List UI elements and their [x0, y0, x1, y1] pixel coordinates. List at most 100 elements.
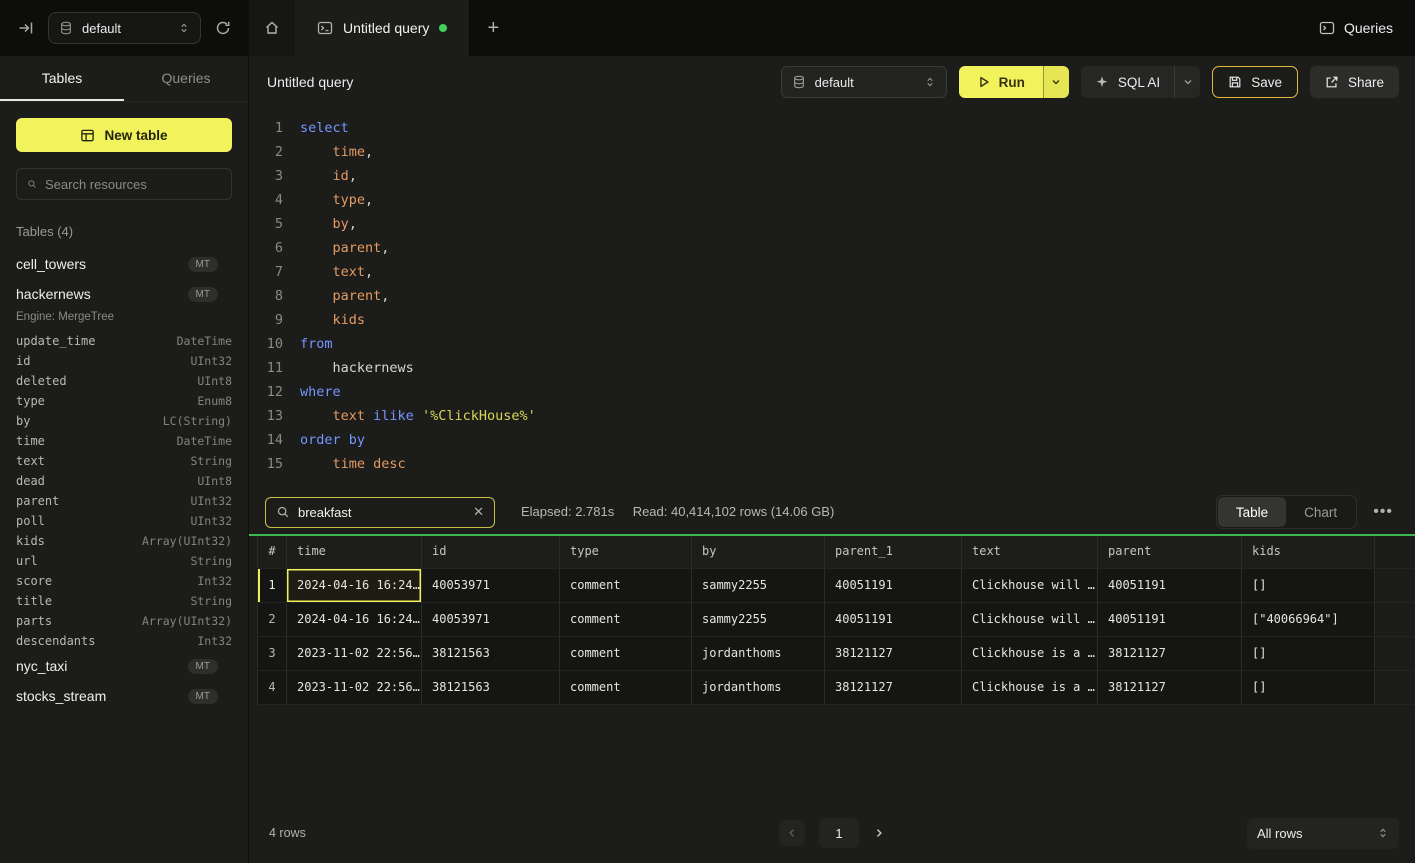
- column-header-type[interactable]: type: [560, 536, 692, 568]
- column-row: parentUInt32: [0, 491, 248, 511]
- column-name: text: [16, 454, 190, 468]
- results-table: #timeidtypebyparent_1textparentkids12024…: [257, 536, 1415, 705]
- table-cell[interactable]: []: [1242, 637, 1375, 670]
- share-button[interactable]: Share: [1310, 66, 1399, 98]
- current-page-indicator[interactable]: 1: [819, 818, 859, 848]
- results-header-row: #timeidtypebyparent_1textparentkids: [257, 536, 1415, 569]
- table-cell[interactable]: 2023-11-02 22:56…: [287, 637, 422, 670]
- table-cell[interactable]: 38121563: [422, 637, 560, 670]
- table-item-cell_towers[interactable]: cell_towersMT: [0, 249, 248, 279]
- home-tab[interactable]: [249, 0, 295, 56]
- column-header-parent_1[interactable]: parent_1: [825, 536, 962, 568]
- table-cell[interactable]: 40053971: [422, 603, 560, 636]
- table-cell[interactable]: 2023-11-02 22:56…: [287, 671, 422, 704]
- code-line: hackernews: [300, 356, 414, 380]
- table-view-button[interactable]: Table: [1218, 497, 1286, 527]
- column-header-parent[interactable]: parent: [1098, 536, 1242, 568]
- more-options-button[interactable]: •••: [1367, 503, 1399, 521]
- column-header-id[interactable]: id: [422, 536, 560, 568]
- table-cell[interactable]: 2024-04-16 16:24…: [287, 569, 422, 602]
- table-item-nyc_taxi[interactable]: nyc_taxiMT: [0, 651, 248, 681]
- column-header-text[interactable]: text: [962, 536, 1098, 568]
- share-icon: [1325, 75, 1339, 89]
- chevron-down-icon: [1050, 76, 1062, 88]
- table-cell[interactable]: 40053971: [422, 569, 560, 602]
- rows-per-page-selector[interactable]: All rows: [1247, 818, 1399, 849]
- new-table-label: New table: [104, 128, 167, 143]
- query-database-selector[interactable]: default: [781, 66, 947, 98]
- tab-tables[interactable]: Tables: [0, 56, 124, 101]
- line-number: 2: [255, 140, 283, 164]
- column-type: UInt32: [190, 494, 232, 508]
- editor-line: 5 by,: [249, 212, 1415, 236]
- table-cell[interactable]: comment: [560, 637, 692, 670]
- table-cell[interactable]: 40051191: [825, 569, 962, 602]
- table-cell[interactable]: 38121127: [825, 671, 962, 704]
- table-cell[interactable]: []: [1242, 569, 1375, 602]
- refresh-button[interactable]: [211, 16, 235, 40]
- expand-sidebar-button[interactable]: [14, 16, 38, 40]
- table-cell[interactable]: 38121127: [1098, 671, 1242, 704]
- table-cell[interactable]: jordanthoms: [692, 637, 825, 670]
- run-options-button[interactable]: [1043, 66, 1069, 98]
- row-number-cell[interactable]: 4: [257, 671, 287, 704]
- table-cell[interactable]: Clickhouse is a …: [962, 637, 1098, 670]
- table-item-stocks_stream[interactable]: stocks_streamMT: [0, 681, 248, 711]
- table-cell[interactable]: comment: [560, 671, 692, 704]
- editor-line: 12where: [249, 380, 1415, 404]
- table-cell[interactable]: 40051191: [1098, 569, 1242, 602]
- sql-ai-button[interactable]: SQL AI: [1081, 66, 1174, 98]
- column-header-kids[interactable]: kids: [1242, 536, 1375, 568]
- run-button[interactable]: Run: [959, 66, 1043, 98]
- line-number: 15: [255, 452, 283, 476]
- queries-icon: [1319, 20, 1335, 36]
- save-button[interactable]: Save: [1212, 66, 1298, 98]
- table-cell[interactable]: comment: [560, 569, 692, 602]
- column-name: by: [16, 414, 163, 428]
- row-number-cell[interactable]: 1: [257, 569, 287, 602]
- tab-queries[interactable]: Queries: [124, 56, 248, 101]
- clear-search-button[interactable]: ✕: [473, 504, 484, 520]
- table-cell[interactable]: 38121127: [1098, 637, 1242, 670]
- new-table-button[interactable]: New table: [16, 118, 232, 152]
- next-page-button[interactable]: [873, 827, 885, 839]
- column-header-by[interactable]: by: [692, 536, 825, 568]
- body: Tables Queries New table Tables (4) cell…: [0, 56, 1415, 863]
- queries-button-label: Queries: [1344, 20, 1393, 36]
- table-cell[interactable]: comment: [560, 603, 692, 636]
- sql-editor[interactable]: 1select2 time,3 id,4 type,5 by,6 parent,…: [249, 108, 1415, 490]
- table-cell[interactable]: Clickhouse will …: [962, 603, 1098, 636]
- search-resources-input[interactable]: [45, 177, 221, 192]
- queries-button[interactable]: Queries: [1319, 20, 1393, 36]
- table-cell[interactable]: 40051191: [1098, 603, 1242, 636]
- table-cell[interactable]: 40051191: [825, 603, 962, 636]
- table-cell[interactable]: 38121563: [422, 671, 560, 704]
- topbar-database-selector[interactable]: default: [48, 12, 201, 44]
- code-line: text ilike '%ClickHouse%': [300, 404, 536, 428]
- chevron-left-icon: [786, 827, 798, 839]
- table-cell[interactable]: 2024-04-16 16:24…: [287, 603, 422, 636]
- table-cell[interactable]: sammy2255: [692, 569, 825, 602]
- table-item-hackernews[interactable]: hackernewsMT: [0, 279, 248, 309]
- previous-page-button[interactable]: [779, 820, 805, 846]
- results-stats: Elapsed: 2.781s Read: 40,414,102 rows (1…: [521, 503, 834, 521]
- table-cell[interactable]: []: [1242, 671, 1375, 704]
- code-line: id,: [300, 164, 357, 188]
- row-number-cell[interactable]: 3: [257, 637, 287, 670]
- sql-ai-options-button[interactable]: [1174, 66, 1200, 98]
- table-cell[interactable]: sammy2255: [692, 603, 825, 636]
- tab-untitled-query[interactable]: Untitled query: [295, 0, 469, 56]
- new-tab-button[interactable]: +: [469, 0, 517, 56]
- table-cell[interactable]: ["40066964"]: [1242, 603, 1375, 636]
- table-cell[interactable]: Clickhouse will …: [962, 569, 1098, 602]
- chart-view-button[interactable]: Chart: [1286, 497, 1355, 527]
- table-cell[interactable]: 38121127: [825, 637, 962, 670]
- row-count: 4 rows: [265, 826, 306, 840]
- column-header-num[interactable]: #: [257, 536, 287, 568]
- row-number-cell[interactable]: 2: [257, 603, 287, 636]
- column-header-time[interactable]: time: [287, 536, 422, 568]
- results-filter-input[interactable]: [298, 505, 465, 520]
- table-cell[interactable]: Clickhouse is a …: [962, 671, 1098, 704]
- column-type: Int32: [197, 634, 232, 648]
- table-cell[interactable]: jordanthoms: [692, 671, 825, 704]
